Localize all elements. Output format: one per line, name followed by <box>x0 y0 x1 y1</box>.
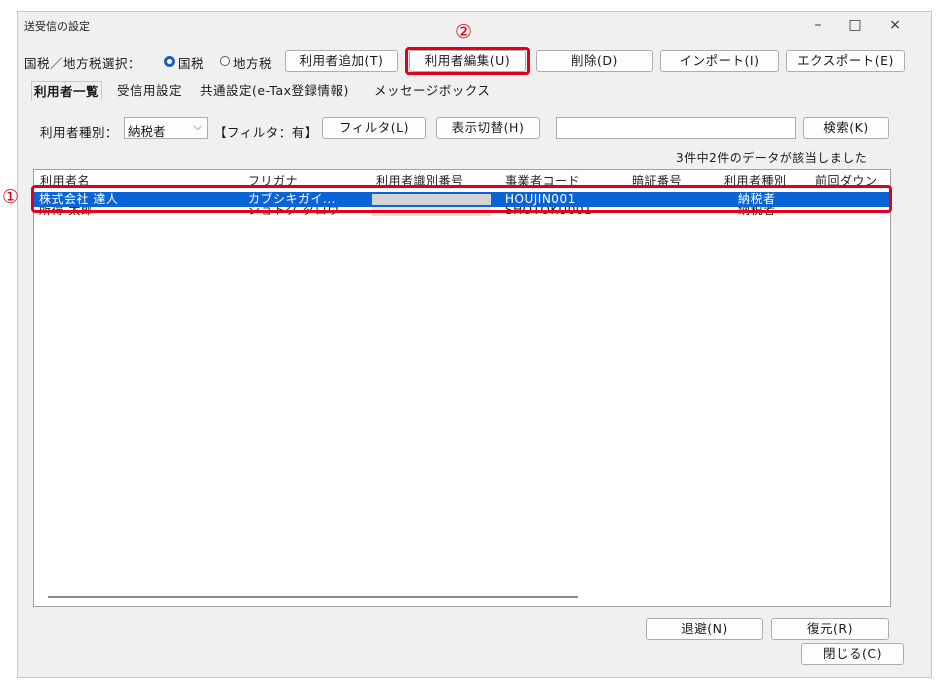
toggle-display-button[interactable]: 表示切替(H) <box>436 117 540 139</box>
window-title: 送受信の設定 <box>24 20 90 33</box>
tab-message-box[interactable]: メッセージボックス <box>372 81 492 101</box>
user-type-dropdown[interactable]: 納税者 ⌵ <box>124 117 208 139</box>
chevron-down-icon: ⌵ <box>193 120 202 133</box>
maximize-button[interactable]: □ <box>840 14 870 36</box>
close-window-button[interactable]: × <box>880 14 910 36</box>
user-type-label: 利用者種別： <box>40 125 119 140</box>
delete-button[interactable]: 削除(D) <box>536 50 653 72</box>
filter-button[interactable]: フィルタ(L) <box>322 117 426 139</box>
title-bar <box>18 12 931 40</box>
tab-common-settings[interactable]: 共通設定(e-Tax登録情報) <box>198 81 351 101</box>
local-tax-radio[interactable] <box>220 56 230 66</box>
restore-button[interactable]: 復元(R) <box>771 618 889 640</box>
national-tax-radio[interactable] <box>164 56 175 67</box>
user-list[interactable] <box>33 169 891 607</box>
export-button[interactable]: エクスポート(E) <box>786 50 905 72</box>
minimize-button[interactable]: – <box>803 14 833 36</box>
result-count-text: 3件中2件のデータが該当しました <box>676 151 868 165</box>
close-button[interactable]: 閉じる(C) <box>801 643 904 665</box>
local-tax-label: 地方税 <box>233 56 273 71</box>
marker-two: ② <box>455 21 473 43</box>
highlight-selected-row <box>31 185 892 213</box>
highlight-edit-button <box>405 47 530 75</box>
user-type-value: 納税者 <box>128 124 166 139</box>
evacuate-button[interactable]: 退避(N) <box>646 618 763 640</box>
import-button[interactable]: インポート(I) <box>660 50 779 72</box>
marker-one: ① <box>2 186 20 208</box>
tab-receive-settings[interactable]: 受信用設定 <box>115 81 184 101</box>
search-input[interactable] <box>556 117 796 139</box>
tax-select-label: 国税／地方税選択： <box>24 56 142 71</box>
filter-state-label: 【フィルタ：有】 <box>214 125 318 140</box>
national-tax-label: 国税 <box>178 56 205 71</box>
tab-user-list[interactable]: 利用者一覧 <box>31 81 103 101</box>
add-user-button[interactable]: 利用者追加(T) <box>285 50 398 72</box>
horizontal-scrollbar[interactable] <box>48 596 578 598</box>
search-button[interactable]: 検索(K) <box>803 117 889 139</box>
